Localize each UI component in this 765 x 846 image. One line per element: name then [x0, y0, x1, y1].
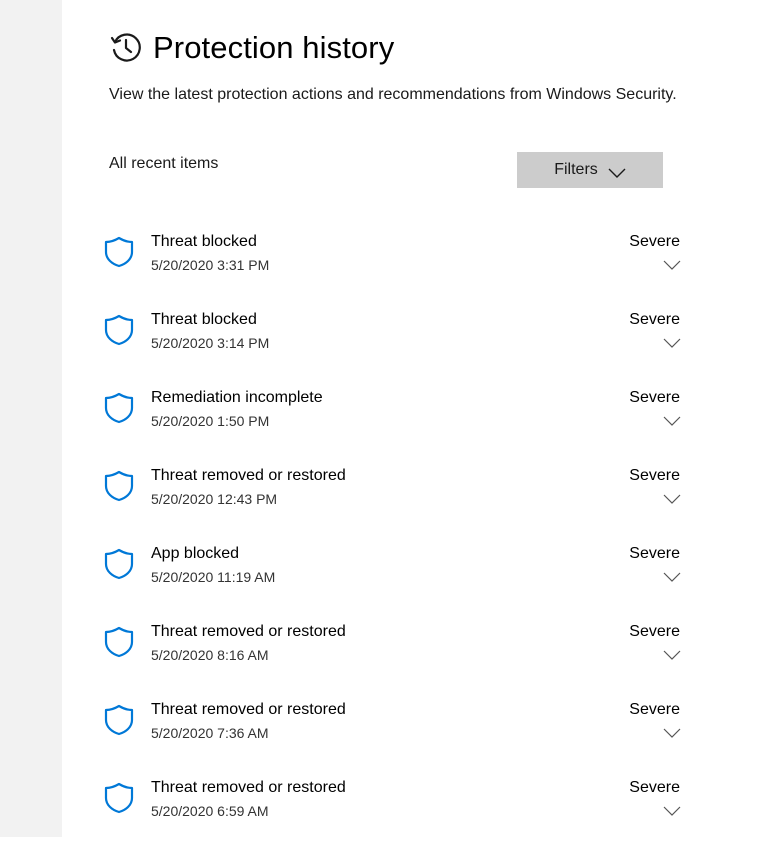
- chevron-down-icon[interactable]: [662, 258, 682, 270]
- item-title: App blocked: [151, 545, 240, 562]
- item-title: Threat removed or restored: [151, 779, 346, 796]
- item-timestamp: 5/20/2020 1:50 PM: [151, 413, 270, 429]
- chevron-down-icon[interactable]: [662, 804, 682, 816]
- page-header: Protection history: [109, 28, 394, 68]
- chevron-down-icon[interactable]: [662, 570, 682, 582]
- item-timestamp: 5/20/2020 8:16 AM: [151, 647, 269, 663]
- shield-icon: [104, 626, 134, 658]
- item-timestamp: 5/20/2020 11:19 AM: [151, 569, 276, 585]
- list-item[interactable]: Threat blocked 5/20/2020 3:14 PM Severe: [62, 300, 765, 378]
- shield-icon: [104, 782, 134, 814]
- item-title: Threat removed or restored: [151, 701, 346, 718]
- shield-icon: [104, 470, 134, 502]
- section-label: All recent items: [109, 155, 219, 172]
- shield-icon: [104, 392, 134, 424]
- shield-icon: [104, 314, 134, 346]
- item-title: Threat blocked: [151, 233, 257, 250]
- history-clock-icon: [109, 31, 143, 65]
- list-item[interactable]: Threat removed or restored 5/20/2020 8:1…: [62, 612, 765, 690]
- severity-label: Severe: [629, 233, 680, 250]
- list-item[interactable]: Threat removed or restored 5/20/2020 12:…: [62, 456, 765, 534]
- chevron-down-icon[interactable]: [662, 414, 682, 426]
- shield-icon: [104, 704, 134, 736]
- item-timestamp: 5/20/2020 3:31 PM: [151, 257, 270, 273]
- chevron-down-icon[interactable]: [662, 726, 682, 738]
- item-timestamp: 5/20/2020 12:43 PM: [151, 491, 278, 507]
- filters-button[interactable]: Filters: [517, 152, 663, 188]
- severity-label: Severe: [629, 311, 680, 328]
- item-timestamp: 5/20/2020 6:59 AM: [151, 803, 269, 819]
- item-title: Threat removed or restored: [151, 467, 346, 484]
- chevron-down-icon[interactable]: [662, 336, 682, 348]
- page-title: Protection history: [153, 30, 395, 65]
- page-description: View the latest protection actions and r…: [109, 86, 677, 103]
- item-title: Threat blocked: [151, 311, 257, 328]
- chevron-down-icon[interactable]: [662, 648, 682, 660]
- severity-label: Severe: [629, 623, 680, 640]
- severity-label: Severe: [629, 701, 680, 718]
- severity-label: Severe: [629, 779, 680, 796]
- shield-icon: [104, 236, 134, 268]
- item-title: Threat removed or restored: [151, 623, 346, 640]
- navigation-sidebar: [0, 0, 62, 837]
- list-item[interactable]: Remediation incomplete 5/20/2020 1:50 PM…: [62, 378, 765, 456]
- item-timestamp: 5/20/2020 3:14 PM: [151, 335, 270, 351]
- list-item[interactable]: Threat removed or restored 5/20/2020 7:3…: [62, 690, 765, 768]
- item-timestamp: 5/20/2020 7:36 AM: [151, 725, 269, 741]
- chevron-down-icon[interactable]: [662, 492, 682, 504]
- list-item[interactable]: Threat removed or restored 5/20/2020 6:5…: [62, 768, 765, 846]
- severity-label: Severe: [629, 545, 680, 562]
- main-content: Protection history View the latest prote…: [62, 0, 765, 837]
- severity-label: Severe: [629, 467, 680, 484]
- protection-history-list: Threat blocked 5/20/2020 3:31 PM Severe …: [62, 222, 765, 846]
- severity-label: Severe: [629, 389, 680, 406]
- list-item[interactable]: Threat blocked 5/20/2020 3:31 PM Severe: [62, 222, 765, 300]
- item-title: Remediation incomplete: [151, 389, 323, 406]
- shield-icon: [104, 548, 134, 580]
- filters-button-label: Filters: [554, 161, 598, 178]
- list-item[interactable]: App blocked 5/20/2020 11:19 AM Severe: [62, 534, 765, 612]
- chevron-down-icon: [608, 165, 626, 178]
